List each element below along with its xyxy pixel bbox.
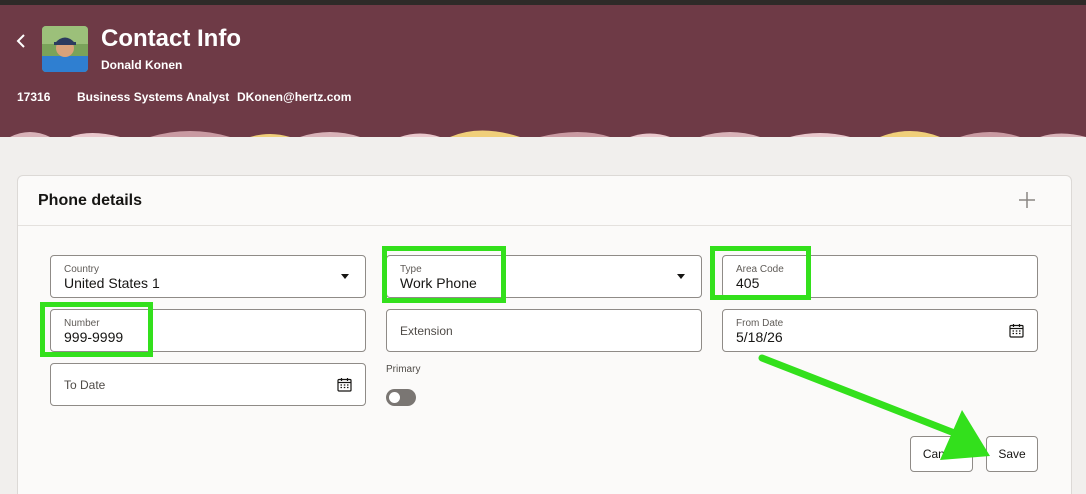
avatar <box>42 26 88 72</box>
to-date-field[interactable]: To Date <box>50 363 366 406</box>
card-header: Phone details <box>18 176 1071 226</box>
extension-field[interactable]: Extension <box>386 309 702 352</box>
employee-name: Donald Konen <box>101 58 183 72</box>
calendar-icon[interactable] <box>1009 323 1024 338</box>
number-value: 999-9999 <box>64 329 124 345</box>
country-select[interactable]: Country United States 1 <box>50 255 366 298</box>
cancel-button[interactable]: Cancel <box>910 436 973 472</box>
number-field[interactable]: Number 999-9999 <box>50 309 366 352</box>
type-select[interactable]: Type Work Phone <box>386 255 702 298</box>
toggle-knob <box>389 392 400 403</box>
calendar-icon[interactable] <box>337 377 352 392</box>
job-title: Business Systems Analyst <box>77 90 230 104</box>
type-label: Type <box>400 264 422 275</box>
page-header: Contact Info Donald Konen 17316 Business… <box>0 5 1086 127</box>
chevron-down-icon <box>677 274 685 279</box>
area-code-field[interactable]: Area Code 405 <box>722 255 1038 298</box>
card-title: Phone details <box>38 192 143 209</box>
employee-id: 17316 <box>17 90 51 104</box>
plus-icon[interactable] <box>1015 188 1039 212</box>
country-value: United States 1 <box>64 275 160 291</box>
area-code-label: Area Code <box>736 264 784 275</box>
extension-placeholder: Extension <box>400 324 453 338</box>
header-pattern <box>0 127 1086 137</box>
primary-label: Primary <box>386 364 421 375</box>
email: DKonen@hertz.com <box>237 90 352 104</box>
back-icon[interactable] <box>12 31 32 51</box>
page-title: Contact Info <box>101 25 241 52</box>
to-date-placeholder: To Date <box>64 378 106 392</box>
primary-toggle[interactable] <box>386 389 416 406</box>
save-button[interactable]: Save <box>986 436 1038 472</box>
chevron-down-icon <box>341 274 349 279</box>
area-code-value: 405 <box>736 275 760 291</box>
number-label: Number <box>64 318 100 329</box>
from-date-value: 5/18/26 <box>736 329 783 345</box>
country-label: Country <box>64 264 100 275</box>
from-date-label: From Date <box>736 318 784 329</box>
from-date-field[interactable]: From Date 5/18/26 <box>722 309 1038 352</box>
type-value: Work Phone <box>400 275 477 291</box>
